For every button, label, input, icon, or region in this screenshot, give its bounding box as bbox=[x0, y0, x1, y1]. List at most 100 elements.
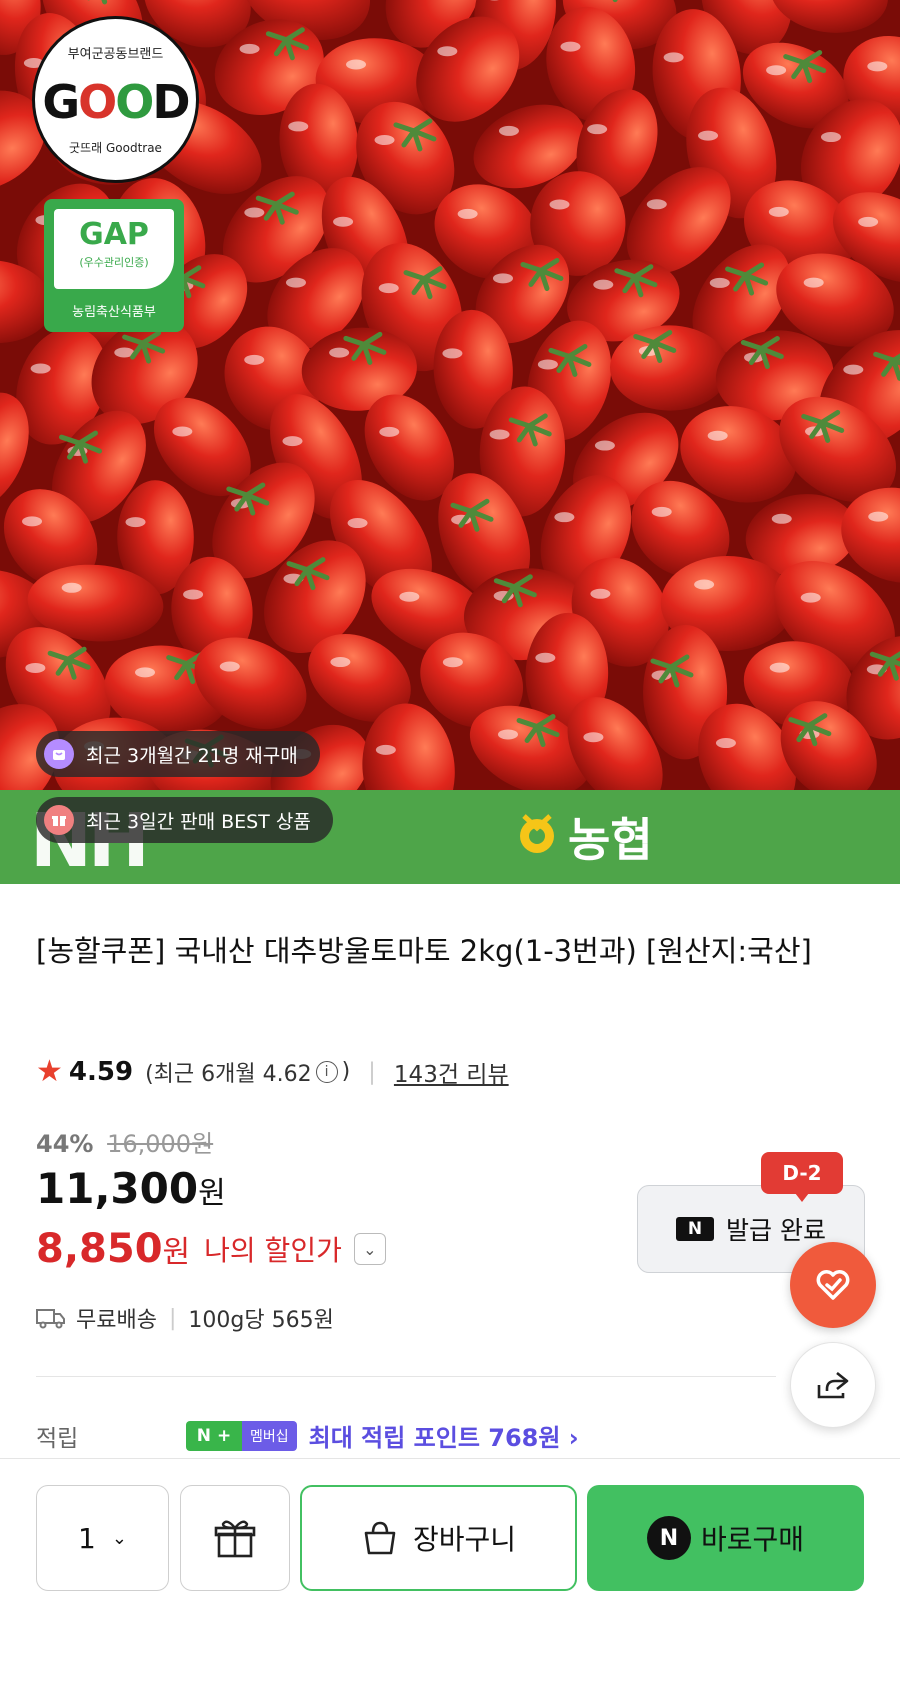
best-seller-chip: 최근 3일간 판매 BEST 상품 bbox=[36, 797, 333, 843]
points-row[interactable]: 적립 N + 멤버십 최대 적립 포인트 768원 › bbox=[36, 1418, 796, 1453]
section-divider bbox=[36, 1376, 776, 1377]
share-icon bbox=[817, 1371, 849, 1399]
sale-price-unit: 원 bbox=[198, 1176, 226, 1211]
tomato-highlight bbox=[549, 199, 570, 210]
rating-score: 4.59 bbox=[68, 1056, 134, 1087]
nh-logo-icon bbox=[520, 814, 554, 853]
brand-top-text: 부여군공동브랜드 bbox=[67, 47, 164, 62]
tomato-highlight bbox=[537, 359, 558, 370]
add-to-cart-button[interactable]: 장바구니 bbox=[300, 1485, 577, 1591]
tomato-highlight bbox=[497, 729, 518, 740]
product-hero-image[interactable]: 부여군공동브랜드 GOOD 굿뜨래 Goodtrae GAP (우수관리인증) … bbox=[0, 0, 900, 790]
divider-bar: | bbox=[368, 1058, 376, 1085]
tomato-highlight bbox=[125, 517, 146, 528]
discount-rate: 44% bbox=[36, 1130, 94, 1158]
gap-title: GAP bbox=[79, 217, 149, 252]
tomato-highlight bbox=[244, 354, 265, 365]
shopping-bag-icon bbox=[364, 1521, 396, 1555]
tomato-highlight bbox=[492, 273, 513, 284]
tomato-highlight bbox=[590, 588, 611, 599]
my-discount-price[interactable]: 8,850 원 나의 할인가 ⌄ bbox=[36, 1226, 386, 1272]
tomato-highlight bbox=[239, 43, 260, 54]
review-count-link[interactable]: 143건 리뷰 bbox=[394, 1055, 509, 1089]
best-seller-text: 최근 3일간 판매 BEST 상품 bbox=[86, 810, 311, 833]
quantity-select[interactable]: 1 ⌄ bbox=[36, 1485, 169, 1591]
tomato-highlight bbox=[766, 65, 787, 76]
tomato-highlight bbox=[843, 364, 864, 375]
tomato-highlight bbox=[709, 277, 730, 288]
heart-check-icon bbox=[816, 1270, 850, 1300]
cart-label: 장바구니 bbox=[412, 1523, 517, 1556]
gap-ministry: 농림축산식품부 bbox=[72, 305, 156, 320]
tomato-highlight bbox=[399, 591, 420, 602]
share-button[interactable] bbox=[790, 1342, 876, 1428]
info-icon[interactable]: i bbox=[315, 1060, 338, 1083]
rating-row: ★ 4.59 (최근 6개월 4.62 i ) | 143건 리뷰 bbox=[36, 1054, 509, 1089]
tomato-highlight bbox=[25, 662, 46, 673]
tomato-highlight bbox=[858, 216, 879, 227]
tomato-highlight bbox=[820, 132, 841, 143]
n-plus-membership-badge: N + 멤버십 bbox=[186, 1420, 297, 1451]
tomato-highlight bbox=[330, 657, 351, 668]
quantity-value: 1 bbox=[78, 1521, 96, 1555]
tomato-highlight bbox=[583, 732, 604, 743]
tomato-highlight bbox=[288, 121, 309, 132]
discount-row: 44% 16,000원 bbox=[36, 1124, 213, 1159]
original-price: 16,000원 bbox=[107, 1130, 214, 1158]
tomato-highlight bbox=[698, 130, 719, 141]
coupon-label: 발급 완료 bbox=[726, 1216, 826, 1245]
purple-bag-icon bbox=[44, 739, 74, 769]
gap-subtitle: (우수관리인증) bbox=[79, 256, 149, 269]
delivery-text: 무료배송 bbox=[76, 1308, 157, 1333]
product-title: [농할쿠폰] 국내산 대추방울토마토 2kg(1-3번과) [원산지:국산] bbox=[36, 934, 812, 968]
tomato-highlight bbox=[285, 277, 306, 288]
gap-certification-badge: GAP (우수관리인증) 농림축산식품부 bbox=[44, 199, 184, 332]
tomato-highlight bbox=[374, 134, 395, 145]
my-price-label: 나의 할인가 bbox=[204, 1234, 342, 1267]
tomato-highlight bbox=[651, 506, 672, 517]
gift-button[interactable] bbox=[180, 1485, 290, 1591]
tomato-highlight bbox=[694, 579, 715, 590]
my-price-value: 8,850 bbox=[36, 1226, 163, 1272]
gift-icon bbox=[214, 1520, 256, 1558]
my-price-unit: 원 bbox=[162, 1235, 191, 1270]
tomato-highlight bbox=[135, 667, 156, 678]
tomato-highlight bbox=[244, 207, 265, 218]
recent-rating-close: ) bbox=[341, 1059, 351, 1084]
tomato-highlight bbox=[771, 513, 792, 524]
star-icon: ★ bbox=[36, 1054, 63, 1089]
tomato-highlight bbox=[715, 738, 736, 749]
tomato-highlight bbox=[379, 426, 400, 437]
tomato-highlight bbox=[593, 279, 614, 290]
goodtrae-brand-logo: 부여군공동브랜드 GOOD 굿뜨래 Goodtrae bbox=[32, 16, 199, 183]
tomato-highlight bbox=[587, 124, 608, 135]
tomato-highlight bbox=[663, 52, 684, 63]
recent-rating: (최근 6개월 4.62 bbox=[145, 1061, 312, 1087]
nh-word: 농협 bbox=[568, 813, 653, 867]
wishlist-button[interactable] bbox=[790, 1242, 876, 1328]
brand-bottom-text: 굿뜨래 Goodtrae bbox=[69, 141, 162, 155]
chevron-down-icon[interactable]: ⌄ bbox=[353, 1233, 386, 1265]
tomato-highlight bbox=[30, 363, 51, 374]
tomato-highlight bbox=[22, 516, 43, 527]
gift-box-icon bbox=[44, 805, 74, 835]
delivery-row: 무료배송 | 100g당 565원 bbox=[36, 1302, 334, 1334]
tomato-highlight bbox=[329, 347, 350, 358]
buy-now-button[interactable]: N 바로구매 bbox=[587, 1485, 864, 1591]
max-points-text: 최대 적립 포인트 768원 › bbox=[308, 1424, 579, 1452]
tomato-highlight bbox=[346, 59, 367, 70]
points-label: 적립 bbox=[36, 1425, 79, 1452]
tomato-highlight bbox=[867, 61, 888, 72]
good-logo-text: GOOD bbox=[42, 75, 190, 129]
tomato-highlight bbox=[442, 348, 463, 359]
repurchase-text: 최근 3개월간 21명 재구매 bbox=[86, 744, 298, 767]
tomato-highlight bbox=[442, 657, 463, 668]
tomato-highlight bbox=[172, 426, 193, 437]
tomato-highlight bbox=[282, 436, 303, 447]
sale-price-value: 11,300 bbox=[36, 1164, 199, 1213]
tomato-highlight bbox=[560, 41, 581, 52]
tomato-highlight bbox=[707, 430, 728, 441]
membership-text: 멤버십 bbox=[242, 1420, 297, 1451]
tomato-highlight bbox=[554, 512, 575, 523]
tomato-highlight bbox=[219, 661, 240, 672]
